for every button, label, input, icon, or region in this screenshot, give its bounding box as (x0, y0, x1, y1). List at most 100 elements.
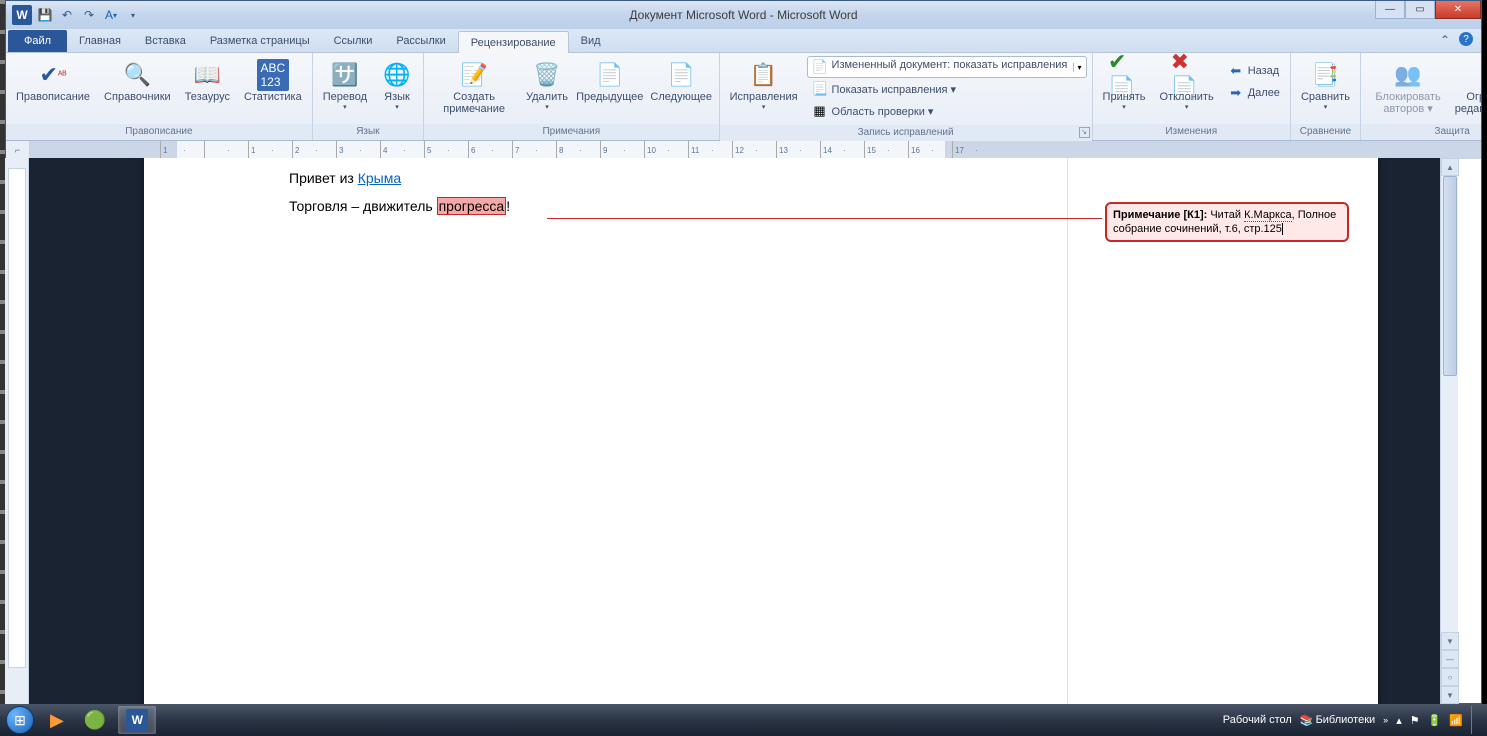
restrict-editing-button[interactable]: 🔒Ограничить редактирование (1454, 56, 1482, 118)
compare-button[interactable]: 📑Сравнить▾ (1296, 56, 1355, 114)
group-label-protect: Защита (1361, 124, 1482, 140)
delete-comment-button[interactable]: 🗑️Удалить▾ (523, 56, 570, 114)
commented-text[interactable]: прогресса (437, 197, 507, 215)
taskbar-chrome[interactable]: 🟢 (76, 706, 114, 734)
window-title: Документ Microsoft Word - Microsoft Word (6, 8, 1481, 22)
mediaplayer-icon: ▶ (50, 710, 64, 731)
ribbon: ✔ᴬᴮПравописание 🔍Справочники 📖Тезаурус A… (6, 53, 1481, 141)
undo-icon[interactable]: ↶ (58, 6, 76, 24)
track-changes-button[interactable]: 📋Исправления▾ (725, 56, 803, 114)
comment-label: Примечание [К1]: (1113, 209, 1210, 221)
close-button[interactable]: ✕ (1435, 1, 1481, 19)
scroll-down-button[interactable]: ▼ (1441, 632, 1459, 650)
group-label-language: Язык (313, 124, 423, 140)
word-logo-icon[interactable]: W (12, 5, 32, 25)
desktop-toolbar-label[interactable]: Рабочий стол (1223, 714, 1292, 726)
tray-chevron-icon[interactable]: ▴ (1396, 714, 1402, 727)
horizontal-ruler[interactable]: 11234567891011121314151617 (30, 141, 1481, 159)
comment-balloon[interactable]: Примечание [К1]: Читай К.Маркса, Полное … (1105, 202, 1349, 242)
research-button[interactable]: 🔍Справочники (99, 56, 176, 106)
taskbar-mediaplayer[interactable]: ▶ (42, 706, 72, 734)
block-authors-button: 👥Блокировать авторов ▾ (1366, 56, 1450, 118)
previous-change-button[interactable]: ⬅Назад (1223, 60, 1285, 82)
tab-view[interactable]: Вид (569, 30, 613, 52)
document-canvas[interactable]: Привет из Крыма Торговля – движитель про… (29, 158, 1458, 704)
comment-misspelled[interactable]: К.Маркса (1244, 209, 1292, 222)
maximize-button[interactable]: ▭ (1405, 1, 1435, 19)
spellcheck-icon: ✔ᴬᴮ (37, 59, 69, 91)
hyperlink-krym[interactable]: Крыма (358, 170, 401, 186)
tracking-dialog-launcher[interactable]: ↘ (1079, 127, 1090, 138)
group-protect: 👥Блокировать авторов ▾ 🔒Ограничить редак… (1361, 53, 1482, 140)
next-change-button[interactable]: ➡Далее (1223, 82, 1285, 104)
tab-layout[interactable]: Разметка страницы (198, 30, 322, 52)
tray-flag-icon[interactable]: ⚑ (1410, 714, 1420, 727)
scroll-up-button[interactable]: ▲ (1441, 158, 1459, 176)
accept-button[interactable]: ✔📄Принять▾ (1098, 56, 1151, 114)
tab-file[interactable]: Файл (8, 30, 67, 52)
minimize-ribbon-icon[interactable]: ⌃ (1437, 32, 1453, 48)
libraries-icon[interactable]: 📚Библиотеки (1300, 714, 1375, 727)
show-markup-button[interactable]: 📃Показать исправления ▾ (807, 78, 1087, 100)
spellcheck-button[interactable]: ✔ᴬᴮПравописание (11, 56, 95, 106)
comment-connector-line (547, 218, 1102, 219)
group-changes: ✔📄Принять▾ ✖📄Отклонить▾ ⬅Назад ➡Далее Из… (1093, 53, 1291, 140)
tray-volume-icon[interactable]: 📶 (1449, 714, 1463, 727)
compare-icon: 📑 (1309, 59, 1341, 91)
next-comment-icon: 📄 (665, 59, 697, 91)
translate-button[interactable]: 🈂️Перевод▾ (318, 56, 372, 114)
taskbar-word[interactable]: W (118, 706, 156, 734)
minimize-button[interactable]: — (1375, 1, 1405, 19)
forward-arrow-icon: ➡ (1228, 85, 1244, 101)
prev-comment-icon: 📄 (594, 59, 626, 91)
text-line-1[interactable]: Привет из Крыма (289, 170, 510, 186)
thesaurus-icon: 📖 (191, 59, 223, 91)
vertical-ruler[interactable] (5, 158, 29, 704)
reject-button[interactable]: ✖📄Отклонить▾ (1155, 56, 1219, 114)
fontcolor-icon[interactable]: A▾ (102, 6, 120, 24)
redo-icon[interactable]: ↷ (80, 6, 98, 24)
browse-object-button[interactable]: ○ (1441, 668, 1459, 686)
next-page-button[interactable]: ▼ (1441, 686, 1459, 704)
chrome-icon: 🟢 (84, 710, 106, 731)
scroll-thumb[interactable] (1443, 176, 1457, 376)
document-page[interactable]: Привет из Крыма Торговля – движитель про… (144, 158, 1378, 704)
reviewing-pane-button[interactable]: ▦Область проверки ▾ (807, 100, 1087, 122)
tab-mailings[interactable]: Рассылки (384, 30, 457, 52)
quick-access-toolbar: W 💾 ↶ ↷ A▾ ▾ (6, 5, 142, 25)
start-button[interactable]: ⊞ (0, 704, 40, 736)
taskbar-tray: Рабочий стол 📚Библиотеки » ▴ ⚑ 🔋 📶 (1223, 706, 1487, 734)
window-controls: — ▭ ✕ (1375, 1, 1481, 19)
save-icon[interactable]: 💾 (36, 6, 54, 24)
language-button[interactable]: 🌐Язык▾ (376, 56, 418, 114)
next-comment-button[interactable]: 📄Следующее (649, 56, 714, 106)
display-mode-dropdown[interactable]: 📄Измененный документ: показать исправлен… (807, 56, 1087, 78)
wordcount-button[interactable]: ABC123Статистика (239, 56, 307, 106)
tray-battery-icon[interactable]: 🔋 (1428, 714, 1442, 727)
tab-insert[interactable]: Вставка (133, 30, 198, 52)
group-label-comments: Примечания (424, 124, 719, 140)
tray-expand-icon[interactable]: » (1383, 715, 1388, 725)
ruler-corner[interactable]: ⌐ (6, 141, 30, 159)
accept-icon: ✔📄 (1108, 59, 1140, 91)
qat-dropdown-icon[interactable]: ▾ (124, 6, 142, 24)
tab-references[interactable]: Ссылки (322, 30, 385, 52)
group-language: 🈂️Перевод▾ 🌐Язык▾ Язык (313, 53, 424, 140)
show-desktop-button[interactable] (1471, 706, 1479, 734)
group-label-compare: Сравнение (1291, 124, 1360, 140)
tab-review[interactable]: Рецензирование (458, 31, 569, 53)
prev-comment-button[interactable]: 📄Предыдущее (575, 56, 645, 106)
browse-divider: — (1441, 650, 1459, 668)
thesaurus-button[interactable]: 📖Тезаурус (180, 56, 235, 106)
back-arrow-icon: ⬅ (1228, 63, 1244, 79)
delete-comment-icon: 🗑️ (531, 59, 563, 91)
language-icon: 🌐 (381, 59, 413, 91)
vertical-scrollbar[interactable]: ▲ ▼ — ▲ ○ ▼ (1440, 158, 1458, 704)
translate-icon: 🈂️ (329, 59, 361, 91)
new-comment-button[interactable]: 📝Создать примечание (429, 56, 519, 118)
document-content[interactable]: Привет из Крыма Торговля – движитель про… (289, 170, 510, 226)
text-line-2[interactable]: Торговля – движитель прогресса! (289, 198, 510, 214)
document-area: Привет из Крыма Торговля – движитель про… (5, 158, 1458, 704)
help-icon[interactable]: ? (1459, 32, 1473, 46)
tab-home[interactable]: Главная (67, 30, 133, 52)
